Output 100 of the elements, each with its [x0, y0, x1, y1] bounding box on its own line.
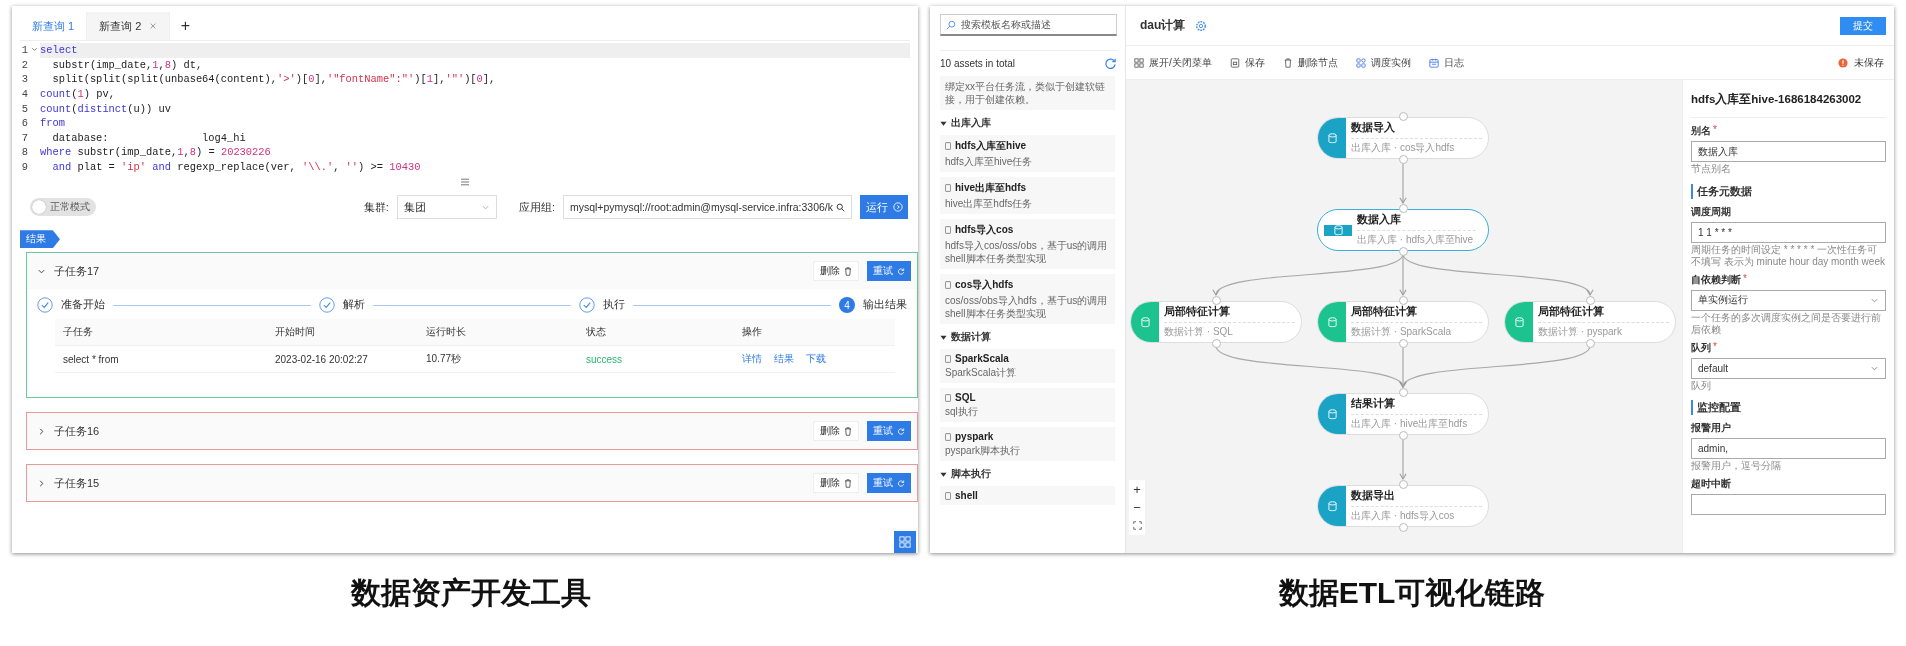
template-description: pyspark脚本执行 — [945, 444, 1021, 457]
text-field[interactable] — [1691, 493, 1886, 515]
trash-icon — [844, 266, 852, 276]
table-cell-text: 2023-02-16 20:02:27 — [274, 353, 369, 365]
section-heading: 监控配置 — [1691, 400, 1886, 415]
flow-node[interactable]: 结果计算 出库入库 · hive出库至hdfs — [1317, 393, 1489, 435]
retry-button[interactable]: 重试 — [867, 261, 911, 282]
zoom-in-button[interactable]: + — [1133, 482, 1141, 498]
file-icon — [945, 281, 951, 289]
action-link[interactable]: 下载 — [806, 352, 826, 367]
retry-button[interactable]: 重试 — [867, 421, 911, 442]
line-number: 3 — [20, 73, 28, 86]
run-button[interactable]: 运行 — [860, 195, 908, 220]
trash-icon — [844, 478, 852, 488]
template-description: SparkScala计算 — [945, 366, 1018, 379]
delete-button[interactable]: 删除 — [813, 473, 859, 494]
node-name-heading: hdfs入库至hive-1686184263002 — [1691, 80, 1886, 118]
grid-menu-button[interactable] — [894, 531, 916, 553]
dropdown-field[interactable]: default — [1691, 357, 1886, 379]
line-number: 4 — [20, 88, 28, 101]
template-card[interactable]: hdfs入库至hive hdfs入库至hive任务 — [940, 135, 1115, 172]
chevron-icon[interactable] — [37, 478, 46, 488]
help-text: 周期任务的时间设定 * * * * * 一次性任务可不填写 表示为 minute hour day month week — [1691, 243, 1886, 269]
dropdown-field[interactable]: 单实例运行 — [1691, 289, 1886, 311]
flow-canvas[interactable]: 数据导入 出库入库 · cos导入hdfs 数据入库 出库入库 · hdfs入库至hive 局部特征计算 数据计算 · SQL 局部特征计算 数据计算 · SparkScala 局部特征计算 数据计算 · pyspark 结果计算 出库入库 · hive出库至hdfs 数据导出 出库入库 · hdfs导入cos + − — [1126, 80, 1682, 553]
text-field[interactable]: 数据入库 — [1691, 141, 1886, 162]
template-card[interactable]: SQL sql执行 — [940, 388, 1115, 422]
search-icon — [836, 202, 845, 212]
column-header: 状态 — [585, 325, 607, 340]
connection-port[interactable] — [1398, 155, 1408, 164]
delete-button[interactable]: 删除 — [813, 261, 859, 282]
template-card[interactable]: hdfs导入cos hdfs导入cos/oss/obs，基于us的调用shell脚本任务类型实现 — [940, 219, 1115, 269]
connection-port[interactable] — [1398, 247, 1408, 256]
required-mark: * — [1713, 340, 1717, 354]
template-description: sql执行 — [945, 405, 979, 418]
caret-icon[interactable] — [940, 333, 947, 341]
toolbar-button[interactable]: 保存 — [1229, 55, 1265, 70]
caret-icon[interactable] — [940, 119, 947, 127]
toolbar-button[interactable]: 展开/关闭菜单 — [1134, 55, 1212, 70]
template-card[interactable]: 绑定xx平台任务流，类似于创建软链接，用于创建依赖。 — [940, 76, 1115, 110]
database-icon — [1140, 316, 1150, 328]
step-number: 4 — [839, 297, 855, 314]
zoom-out-button[interactable]: − — [1133, 500, 1141, 516]
connector-arrow — [1399, 437, 1407, 480]
cluster-select[interactable]: 集团 — [396, 195, 497, 220]
line-number: 8 — [20, 146, 28, 159]
close-icon[interactable] — [149, 22, 158, 30]
line-number: 5 — [20, 102, 28, 115]
database-icon — [1327, 408, 1337, 420]
connection-port[interactable] — [1398, 523, 1408, 532]
node-title: 数据导出 — [1351, 489, 1482, 507]
step-label: 执行 — [603, 298, 625, 313]
retry-button[interactable]: 重试 — [867, 473, 911, 494]
database-icon — [1327, 500, 1337, 512]
delete-button[interactable]: 删除 — [813, 421, 859, 442]
refresh-icon[interactable] — [1104, 57, 1117, 70]
flow-node[interactable]: 数据导出 出库入库 · hdfs导入cos — [1317, 485, 1489, 527]
flow-node[interactable]: 数据导入 出库入库 · cos导入hdfs — [1317, 117, 1489, 159]
code-line: count(distinct(u)) uv — [40, 101, 172, 116]
chevron-icon[interactable] — [37, 426, 46, 436]
required-mark: * — [1743, 272, 1747, 286]
template-card[interactable]: pyspark pyspark脚本执行 — [940, 427, 1115, 461]
result-tag: 结果 — [20, 230, 60, 249]
connection-port[interactable] — [1585, 339, 1595, 348]
template-description: 绑定xx平台任务流，类似于创建软链接，用于创建依赖。 — [945, 80, 1106, 106]
connection-port[interactable] — [1211, 339, 1221, 348]
node-title: 局部特征计算 — [1538, 305, 1669, 323]
resize-handle-icon[interactable] — [460, 178, 470, 187]
caret-icon[interactable] — [940, 470, 947, 478]
connection-port[interactable] — [1398, 339, 1408, 348]
field-label: 自依赖判断 — [1691, 272, 1741, 287]
toolbar-button[interactable]: 删除节点 — [1282, 55, 1338, 70]
action-link[interactable]: 详情 — [742, 352, 762, 367]
toolbar-button[interactable]: 调度实例 — [1355, 55, 1411, 70]
connection-port[interactable] — [1398, 431, 1408, 440]
flow-node[interactable]: 局部特征计算 数据计算 · pyspark — [1504, 301, 1676, 343]
toolbar-button[interactable]: 日志 — [1428, 55, 1464, 70]
flow-node[interactable]: 数据入库 出库入库 · hdfs入库至hive — [1317, 209, 1489, 251]
template-card[interactable]: hive出库至hdfs hive出库至hdfs任务 — [940, 177, 1115, 214]
template-card[interactable]: SparkScala SparkScala计算 — [940, 349, 1115, 383]
template-card[interactable]: cos导入hdfs cos/oss/obs导入hdfs，基于us的调用shell脚本任务类型实现 — [940, 274, 1115, 324]
template-name: SparkScala — [955, 353, 1009, 364]
flow-node[interactable]: 局部特征计算 数据计算 · SQL — [1130, 301, 1302, 343]
table-cell-text: select * from — [62, 353, 120, 365]
mode-toggle[interactable]: 正常模式 — [30, 198, 96, 217]
flow-node[interactable]: 局部特征计算 数据计算 · SparkScala — [1317, 301, 1489, 343]
node-title: 数据导入 — [1351, 121, 1482, 139]
query-tab[interactable]: 新查询 2 — [87, 12, 171, 40]
settings-icon[interactable] — [1195, 19, 1208, 32]
app-group-field[interactable]: mysql+pymysql://root:admin@mysql-service.infra:3306/k — [562, 195, 852, 220]
node-subtitle: 出库入库 · hive出库至hdfs — [1351, 417, 1469, 431]
text-field[interactable]: admin, — [1691, 438, 1886, 459]
template-card[interactable]: shell — [940, 486, 1115, 505]
fold-icon[interactable] — [30, 46, 38, 54]
text-field[interactable]: 1 1 * * * — [1691, 221, 1886, 243]
action-link[interactable]: 结果 — [774, 352, 794, 367]
add-tab-button[interactable]: + — [170, 12, 201, 40]
grid-icon — [1134, 57, 1144, 68]
search-field[interactable]: 搜索模板名称或描述 — [940, 14, 1117, 36]
fullscreen-icon[interactable] — [1132, 521, 1142, 530]
